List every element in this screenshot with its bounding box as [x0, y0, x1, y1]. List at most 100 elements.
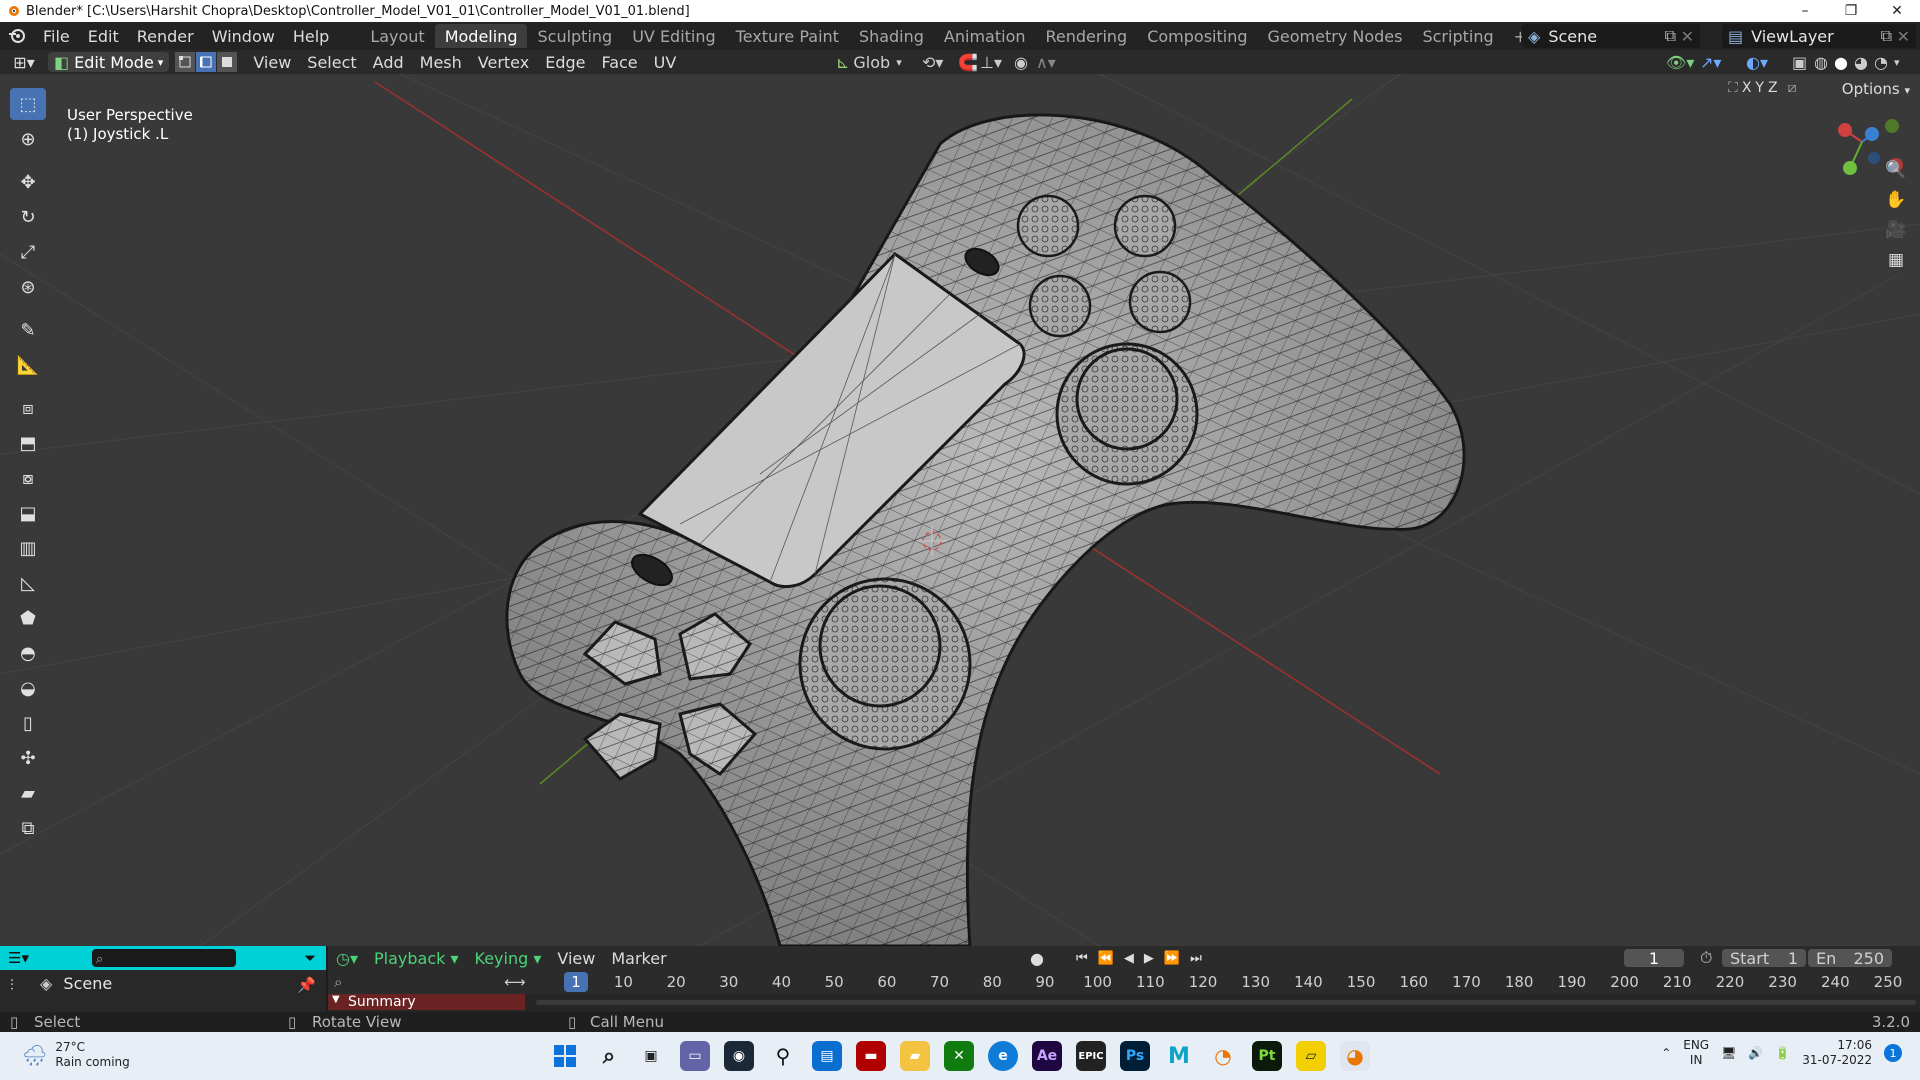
viewlayer-selector[interactable]: ▤ ViewLayer ⧉ ✕ [1722, 24, 1916, 48]
xray-toggle-icon[interactable]: ▣ [1792, 53, 1807, 72]
tab-layout[interactable]: Layout [360, 24, 434, 48]
summary-channel[interactable]: ▼ Summary [328, 994, 525, 1010]
visibility-icon[interactable]: 👁▾ [1666, 53, 1694, 72]
tab-geometry-nodes[interactable]: Geometry Nodes [1258, 24, 1413, 48]
extrude-icon[interactable]: ⬒ [10, 427, 46, 459]
falloff-icon[interactable]: ∧▾ [1036, 53, 1056, 72]
move-icon[interactable]: ✥ [10, 166, 46, 198]
loop-cut-icon[interactable]: ▥ [10, 532, 46, 564]
perspective-toggle-icon[interactable]: ▦ [1880, 246, 1912, 274]
outliner-view-icon[interactable]: ⫶ [10, 976, 14, 994]
tab-rendering[interactable]: Rendering [1036, 24, 1138, 48]
current-frame-field[interactable]: 1 [1624, 949, 1684, 968]
timeline-editor-icon[interactable]: ◷▾ [336, 949, 358, 968]
edge-icon[interactable]: e [988, 1041, 1018, 1071]
bevel-icon[interactable]: ⬓ [10, 497, 46, 529]
tab-animation[interactable]: Animation [934, 24, 1036, 48]
steam-icon[interactable]: ◉ [724, 1041, 754, 1071]
battery-icon[interactable]: 🔋 [1775, 1046, 1790, 1060]
volume-icon[interactable]: 🔊 [1748, 1046, 1763, 1060]
weather-widget[interactable]: 🌧 27°C Rain coming [22, 1040, 130, 1070]
prev-keyframe-icon[interactable]: ⏪ [1098, 951, 1114, 966]
menu-face[interactable]: Face [593, 53, 645, 72]
edge-slide-icon[interactable]: ▯ [10, 707, 46, 739]
windows-start-icon[interactable] [550, 1041, 580, 1071]
inset-icon[interactable]: ⧇ [10, 462, 46, 494]
rip-region-icon[interactable]: ⧉ [10, 812, 46, 844]
timeline-swap-icon[interactable]: ⟷ [504, 973, 526, 991]
menu-render[interactable]: Render [128, 27, 203, 46]
jump-start-icon[interactable]: ⏮ [1076, 951, 1088, 966]
cursor-icon[interactable]: ⊕ [10, 123, 46, 155]
proportional-edit-icon[interactable]: ◉ [1014, 53, 1028, 72]
edge-select-button[interactable] [196, 52, 217, 72]
pivot-point-icon[interactable]: ⟲▾ [922, 53, 943, 72]
new-viewlayer-icon[interactable]: ⧉ [1881, 26, 1892, 46]
measure-icon[interactable]: 📐 [10, 349, 46, 381]
shear-icon[interactable]: ▰ [10, 777, 46, 809]
new-scene-icon[interactable]: ⧉ [1665, 26, 1676, 46]
shading-wireframe-icon[interactable]: ◍ [1814, 53, 1828, 72]
menu-select[interactable]: Select [299, 53, 364, 72]
menu-edit[interactable]: Edit [79, 27, 128, 46]
smooth-icon[interactable]: ◒ [10, 672, 46, 704]
next-keyframe-icon[interactable]: ⏩ [1164, 951, 1180, 966]
mirror-z-toggle[interactable]: Z [1768, 80, 1778, 96]
tab-modeling[interactable]: Modeling [434, 24, 528, 48]
zoom-icon[interactable]: 🔍 [1880, 156, 1912, 184]
mode-selector[interactable]: ◧ Edit Mode ▾ [48, 52, 170, 72]
end-frame-field[interactable]: En 250 [1808, 949, 1892, 968]
gizmo-toggle-icon[interactable]: ↗▾ [1700, 53, 1721, 72]
search-app-icon[interactable]: ⚲ [768, 1041, 798, 1071]
outliner-editor-icon[interactable]: ☰▾ [8, 949, 29, 967]
chevron-up-icon[interactable]: ⌃ [1661, 1046, 1671, 1060]
remove-viewlayer-icon[interactable]: ✕ [1897, 27, 1910, 46]
xbox-icon[interactable]: ✕ [944, 1041, 974, 1071]
store-icon[interactable]: ▤ [812, 1041, 842, 1071]
menu-marker[interactable]: Marker [603, 949, 674, 968]
tab-texture-paint[interactable]: Texture Paint [726, 24, 849, 48]
shading-material-icon[interactable]: ◕ [1854, 53, 1868, 72]
filter-icon[interactable]: ⏷ [304, 949, 316, 967]
rotate-icon[interactable]: ↻ [10, 201, 46, 233]
maya-icon[interactable]: M [1164, 1041, 1194, 1071]
search-icon[interactable]: ⌕ [594, 1041, 624, 1071]
menu-playback[interactable]: Playback ▾ [366, 949, 467, 968]
outliner-search-input[interactable]: ⌕ [92, 949, 236, 967]
tab-scripting[interactable]: Scripting [1412, 24, 1503, 48]
timeline-search-icon[interactable]: ⌕ [334, 973, 342, 991]
add-cube-icon[interactable]: ⧈ [10, 392, 46, 424]
knife-icon[interactable]: ◺ [10, 567, 46, 599]
remove-scene-icon[interactable]: ✕ [1681, 27, 1694, 46]
tab-shading[interactable]: Shading [849, 24, 934, 48]
timeline-scrollbar[interactable] [536, 1000, 1916, 1005]
task-view-icon[interactable]: ▣ [636, 1041, 666, 1071]
scene-selector[interactable]: ◈ Scene ⧉ ✕ [1522, 24, 1700, 48]
tab-compositing[interactable]: Compositing [1137, 24, 1257, 48]
outliner-scene-row[interactable]: ◈ Scene [40, 974, 112, 993]
menu-help[interactable]: Help [284, 27, 338, 46]
epic-games-icon[interactable]: EPIC [1076, 1041, 1106, 1071]
blender-taskbar-icon[interactable]: ◕ [1340, 1041, 1370, 1071]
maximize-button[interactable]: ❐ [1828, 0, 1874, 22]
mirror-y-toggle[interactable]: Y [1755, 80, 1764, 96]
menu-uv[interactable]: UV [646, 53, 685, 72]
pan-hand-icon[interactable]: ✋ [1880, 186, 1912, 214]
menu-add[interactable]: Add [365, 53, 412, 72]
menu-timeline-view[interactable]: View [549, 949, 603, 968]
notification-badge[interactable]: 1 [1884, 1044, 1902, 1062]
record-icon[interactable]: ● [1030, 949, 1044, 968]
menu-keying[interactable]: Keying ▾ [467, 949, 550, 968]
shading-rendered-icon[interactable]: ◔ [1874, 53, 1888, 72]
select-box-icon[interactable]: ⬚ [10, 88, 46, 120]
annotate-icon[interactable]: ✎ [10, 314, 46, 346]
clock[interactable]: 17:06 31-07-2022 [1802, 1038, 1872, 1068]
scale-icon[interactable]: ⤢ [10, 236, 46, 268]
3d-viewport[interactable]: User Perspective (1) Joystick .L ⬚ ⊕ ✥ ↻… [0, 74, 1920, 946]
poly-build-icon[interactable]: ⬟ [10, 602, 46, 634]
menu-file[interactable]: File [34, 27, 79, 46]
start-frame-field[interactable]: Start 1 [1722, 949, 1806, 968]
blender-alt-icon[interactable]: ◔ [1208, 1041, 1238, 1071]
media-app-icon[interactable]: ▬ [856, 1041, 886, 1071]
sticky-notes-icon[interactable]: ▱ [1296, 1041, 1326, 1071]
